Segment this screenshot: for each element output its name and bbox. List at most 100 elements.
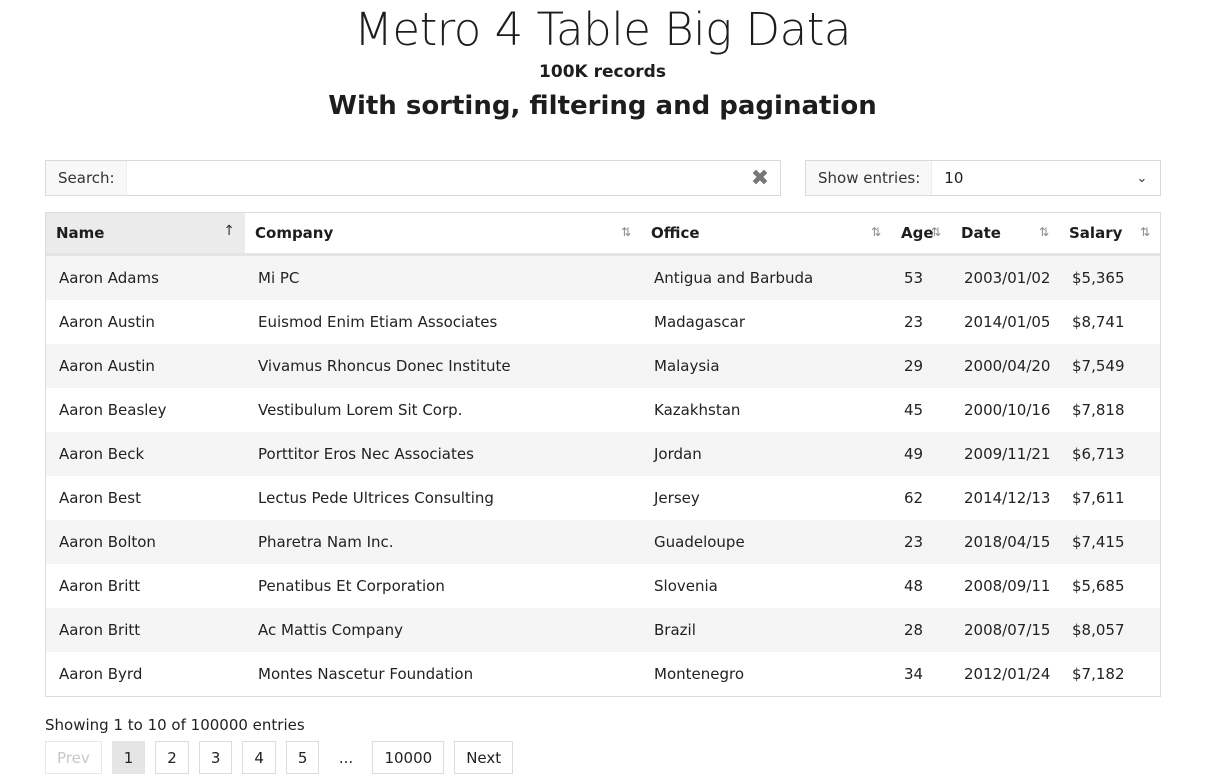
cell-office: Montenegro — [641, 652, 891, 696]
next-button[interactable]: Next — [454, 741, 514, 774]
cell-salary: $7,611 — [1059, 476, 1160, 520]
cell-date: 2008/07/15 — [951, 608, 1059, 652]
cell-date: 2014/01/05 — [951, 300, 1059, 344]
cell-salary: $6,713 — [1059, 432, 1160, 476]
cell-date: 2014/12/13 — [951, 476, 1059, 520]
data-table: Name ↑ Company ⇅ Office ⇅ Age ⇅ Date ⇅ Salary ⇅ Aar… — [45, 212, 1161, 697]
table-status: Showing 1 to 10 of 100000 entries — [45, 716, 305, 734]
table-row[interactable]: Aaron Austin Vivamus Rhoncus Donec Instit… — [46, 344, 1160, 388]
cell-office: Jordan — [641, 432, 891, 476]
cell-name: Aaron Beck — [46, 432, 245, 476]
table-row[interactable]: Aaron Britt Penatibus Et Corporation Slove… — [46, 564, 1160, 608]
cell-salary: $5,365 — [1059, 254, 1160, 300]
search-label: Search: — [46, 161, 127, 195]
cell-name: Aaron Britt — [46, 564, 245, 608]
cell-name: Aaron Beasley — [46, 388, 245, 432]
prev-button[interactable]: Prev — [45, 741, 102, 774]
table-row[interactable]: Aaron Austin Euismod Enim Etiam Associate… — [46, 300, 1160, 344]
page-button-1[interactable]: 1 — [111, 741, 146, 774]
cell-name: Aaron Byrd — [46, 652, 245, 696]
cell-age: 45 — [891, 388, 951, 432]
cell-age: 29 — [891, 344, 951, 388]
entries-select[interactable]: Show entries: 10 ⌄ — [805, 160, 1161, 196]
column-header-name[interactable]: Name ↑ — [46, 213, 245, 256]
page-button-3[interactable]: 3 — [198, 741, 233, 774]
sort-icon[interactable]: ⇅ — [621, 225, 631, 239]
column-header-salary[interactable]: Salary ⇅ — [1059, 213, 1160, 256]
column-header-date[interactable]: Date ⇅ — [951, 213, 1059, 256]
cell-age: 23 — [891, 300, 951, 344]
entries-value[interactable]: 10 — [932, 169, 1124, 187]
cell-company: Ac Mattis Company — [245, 608, 641, 652]
cell-age: 49 — [891, 432, 951, 476]
table-row[interactable]: Aaron Britt Ac Mattis Company Brazil 28 2008… — [46, 608, 1160, 652]
cell-company: Vestibulum Lorem Sit Corp. — [245, 388, 641, 432]
cell-company: Penatibus Et Corporation — [245, 564, 641, 608]
table-row[interactable]: Aaron Best Lectus Pede Ultrices Consultin… — [46, 476, 1160, 520]
cell-name: Aaron Adams — [46, 254, 245, 300]
chevron-down-icon[interactable]: ⌄ — [1124, 171, 1160, 186]
entries-label: Show entries: — [806, 161, 933, 195]
sort-icon[interactable]: ⇅ — [1140, 225, 1150, 239]
cell-office: Guadeloupe — [641, 520, 891, 564]
cell-company: Vivamus Rhoncus Donec Institute — [245, 344, 641, 388]
cell-salary: $7,549 — [1059, 344, 1160, 388]
table-row[interactable]: Aaron Beasley Vestibulum Lorem Sit Corp. K… — [46, 388, 1160, 432]
page-button-2[interactable]: 2 — [155, 741, 189, 774]
cell-office: Jersey — [641, 476, 891, 520]
table-row[interactable]: Aaron Bolton Pharetra Nam Inc. Guadeloupe 2… — [46, 520, 1160, 564]
table-row[interactable]: Aaron Adams Mi PC Antigua and Barbuda 53 200… — [46, 254, 1160, 300]
column-header-label: Company — [255, 224, 334, 242]
page-subtitle: 100K records — [539, 62, 666, 82]
cell-salary: $7,818 — [1059, 388, 1160, 432]
cell-office: Brazil — [641, 608, 891, 652]
cell-salary: $8,057 — [1059, 608, 1160, 652]
cell-office: Kazakhstan — [641, 388, 891, 432]
cell-company: Lectus Pede Ultrices Consulting — [245, 476, 641, 520]
cell-date: 2000/10/16 — [951, 388, 1059, 432]
column-header-label: Salary — [1069, 224, 1123, 242]
cell-office: Antigua and Barbuda — [641, 254, 891, 300]
column-header-office[interactable]: Office ⇅ — [641, 213, 891, 256]
table-row[interactable]: Aaron Beck Porttitor Eros Nec Associates J… — [46, 432, 1160, 476]
column-header-label: Age — [901, 224, 934, 242]
cell-name: Aaron Best — [46, 476, 245, 520]
cell-date: 2009/11/21 — [951, 432, 1059, 476]
cell-date: 2008/09/11 — [951, 564, 1059, 608]
table-header-row: Name ↑ Company ⇅ Office ⇅ Age ⇅ Date ⇅ Salary ⇅ — [46, 213, 1160, 256]
cell-age: 48 — [891, 564, 951, 608]
sort-icon[interactable]: ⇅ — [1039, 225, 1049, 239]
cell-name: Aaron Austin — [46, 300, 245, 344]
cell-salary: $5,685 — [1059, 564, 1160, 608]
pagination-ellipsis: ... — [329, 741, 363, 774]
table-row[interactable]: Aaron Byrd Montes Nascetur Foundation Mont… — [46, 652, 1160, 696]
cell-date: 2018/04/15 — [951, 520, 1059, 564]
column-header-label: Date — [961, 224, 1001, 242]
page-title: Metro 4 Table Big Data — [354, 3, 851, 56]
search-box: Search: ✖ — [45, 160, 781, 196]
cell-office: Slovenia — [641, 564, 891, 608]
sort-icon[interactable]: ⇅ — [871, 225, 881, 239]
table-body: Aaron Adams Mi PC Antigua and Barbuda 53 200… — [46, 254, 1160, 696]
page-button-4[interactable]: 4 — [242, 741, 276, 774]
cell-date: 2012/01/24 — [951, 652, 1059, 696]
close-icon[interactable]: ✖ — [740, 161, 780, 195]
cell-office: Malaysia — [641, 344, 891, 388]
cell-salary: $7,415 — [1059, 520, 1160, 564]
cell-age: 34 — [891, 652, 951, 696]
cell-company: Porttitor Eros Nec Associates — [245, 432, 641, 476]
sort-ascending-icon[interactable]: ↑ — [223, 223, 235, 239]
pagination: Prev 1 2 3 4 5 ... 10000 Next — [45, 741, 523, 774]
sort-icon[interactable]: ⇅ — [931, 225, 941, 239]
page-button-last[interactable]: 10000 — [372, 741, 445, 774]
column-header-company[interactable]: Company ⇅ — [245, 213, 641, 256]
column-header-age[interactable]: Age ⇅ — [891, 213, 951, 256]
search-input[interactable] — [126, 162, 740, 194]
cell-name: Aaron Britt — [46, 608, 245, 652]
page-button-5[interactable]: 5 — [285, 741, 320, 774]
cell-company: Euismod Enim Etiam Associates — [245, 300, 641, 344]
cell-age: 28 — [891, 608, 951, 652]
cell-age: 23 — [891, 520, 951, 564]
cell-age: 53 — [891, 254, 951, 300]
cell-salary: $7,182 — [1059, 652, 1160, 696]
